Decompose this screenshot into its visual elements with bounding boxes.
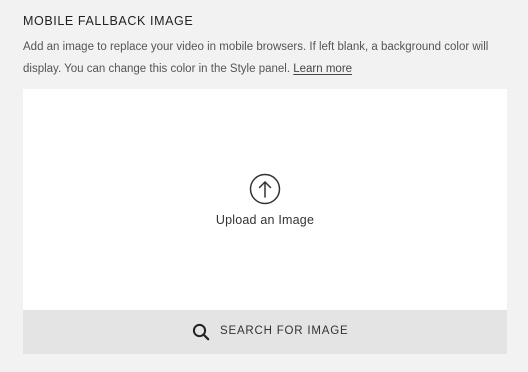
section-title: MOBILE FALLBACK IMAGE xyxy=(23,14,194,28)
search-for-image-label: SEARCH FOR IMAGE xyxy=(220,325,349,337)
learn-more-link[interactable]: Learn more xyxy=(293,63,352,75)
section-description: Add an image to replace your video in mo… xyxy=(23,36,507,80)
upload-arrow-icon xyxy=(249,173,281,205)
search-for-image-button[interactable]: SEARCH FOR IMAGE xyxy=(23,310,507,354)
search-icon xyxy=(192,323,210,341)
upload-image-dropzone[interactable]: Upload an Image xyxy=(23,89,507,310)
description-line-2: display. You can change this color in th… xyxy=(23,63,291,75)
upload-image-label: Upload an Image xyxy=(215,213,315,227)
description-line-1: Add an image to replace your video in mo… xyxy=(23,41,489,53)
